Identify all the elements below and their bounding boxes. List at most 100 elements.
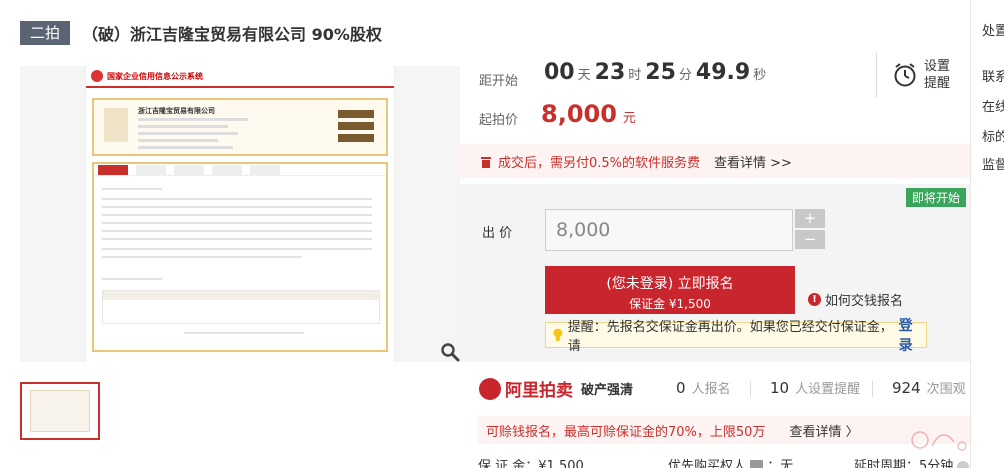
doc-site-title: 国家企业信用信息公示系统 [107,71,203,81]
side-link-contact[interactable]: 联系 [982,66,1004,85]
stat-signups: 0 人报名 [676,378,731,397]
doc-button [338,110,374,118]
stat-number: 924 [892,379,921,397]
priority-value: ：无 [767,459,794,468]
doc-row [102,278,162,280]
set-reminder-button[interactable]: 设置 提醒 [924,58,954,92]
doc-tabs [94,164,386,176]
login-tip: 提醒：先报名交保证金再出价。如果您已经交付保证金，请 登录 [545,318,927,354]
increase-button[interactable]: + [795,209,825,228]
info-icon: ! [808,293,821,306]
countdown-seconds: 49.9 [695,60,751,85]
brand-name: 阿里拍卖 [505,381,573,401]
doc-company-card: 浙江吉隆宝贸易有限公司 [92,98,388,156]
doc-tab [136,165,166,175]
alarm-clock-icon[interactable] [893,62,917,88]
doc-row [102,248,372,250]
doc-header: 国家企业信用信息公示系统 [86,66,394,88]
bid-input[interactable]: 8,000 [545,209,793,251]
doc-row [102,206,372,208]
delay-help-icon[interactable] [957,460,970,468]
reminder-label-line2: 提醒 [924,76,951,91]
stat-divider [750,381,751,397]
credit-signup-notice: 可赊钱报名，最高可赊保证金的70%，上限50万 查看详情 〉 [478,416,970,444]
countdown-label: 距开始 [479,74,519,89]
doc-row [102,188,162,190]
doc-line [138,146,233,149]
doc-company-name: 浙江吉隆宝贸易有限公司 [138,107,215,115]
doc-tab [98,165,128,175]
credit-details-link[interactable]: 查看详情 〉 [789,421,858,440]
stat-label: 人设置提醒 [795,382,861,397]
stat-label: 人报名 [691,382,731,397]
stat-label: 次围观 [926,382,966,397]
countdown-hours: 23 [594,60,626,85]
priority-buyer-info: 优先购买权人 ：无 [668,455,793,468]
decrease-button[interactable]: − [795,230,825,249]
stat-views: 924 次围观 [892,378,966,397]
fee-notice-text: 成交后，需另付0.5%的软件服务费 [498,155,701,171]
fee-details-link[interactable]: 查看详情 >> [714,152,792,171]
doc-button [338,122,374,130]
doc-row [184,332,304,334]
page-title: （破）浙江吉隆宝贸易有限公司 90%股权 [82,25,382,44]
hours-unit: 时 [628,68,642,83]
signup-label: (您未登录) 立即报名 [606,276,734,292]
doc-row [102,222,372,224]
stat-reminders: 10 人设置提醒 [770,378,860,397]
doc-line [138,132,238,135]
stat-number: 0 [676,379,686,397]
brand-logo: 阿里拍卖 破产强清 [479,376,633,401]
doc-button [338,134,374,142]
doc-table [102,290,380,324]
side-link-online[interactable]: 在线 [982,96,1004,115]
alibaba-auction-icon [479,377,501,400]
how-to-pay-link[interactable]: ! 如何交钱报名 [808,290,903,309]
fee-notice: 成交后，需另付0.5%的软件服务费 查看详情 >> [460,144,970,178]
zoom-icon[interactable] [440,342,460,362]
trash-icon [481,156,491,168]
bid-panel: 即将开始 出 价 8,000 + − (您未登录) 立即报名 保证金 ¥1,50… [460,184,970,362]
how-to-pay-label: 如何交钱报名 [825,294,904,309]
thumbnail-1[interactable] [20,382,100,440]
start-price-unit: 元 [622,111,636,126]
priority-help-icon[interactable] [750,460,764,468]
days-unit: 天 [577,68,591,83]
title-row: 二拍 （破）浙江吉隆宝贸易有限公司 90%股权 [20,18,382,48]
priority-label: 优先购买权人 [668,459,747,468]
doc-row [102,198,372,200]
doc-line [138,139,218,142]
side-link-supervision[interactable]: 监督 [982,154,1004,173]
credit-notice-text: 可赊钱报名，最高可赊保证金的70%，上限50万 [486,424,766,440]
tip-text: 提醒：先报名交保证金再出价。如果您已经交付保证金，请 [567,320,893,354]
doc-line [138,125,228,128]
doc-row [102,256,302,258]
right-divider [970,0,971,468]
doc-body [92,162,388,352]
thumbnail-image [30,390,90,432]
side-link-disposal[interactable]: 处置 [982,20,1004,39]
deposit-label: 保证金 ¥1,500 [629,297,711,311]
countdown: 00 天 23 时 25 分 49.9 秒 [544,60,770,85]
reminder-divider [876,52,877,98]
start-price-value: 8,000 [541,100,617,128]
doc-tab [212,165,242,175]
login-link[interactable]: 登录 [899,315,926,355]
side-link-subject[interactable]: 标的 [982,126,1004,145]
doc-line [138,118,248,121]
round-tag: 二拍 [20,21,71,45]
signup-button[interactable]: (您未登录) 立即报名 保证金 ¥1,500 [545,266,795,314]
emblem-icon [91,70,103,82]
countdown-days: 00 [544,60,575,85]
bid-label: 出 价 [482,226,513,241]
doc-row [102,230,372,232]
brand-sub: 破产强清 [581,383,634,398]
lightbulb-icon [553,328,563,341]
seconds-unit: 秒 [753,68,767,83]
deposit-info: 保 证 金：¥1,500 [478,459,584,468]
main-image[interactable]: 国家企业信用信息公示系统 浙江吉隆宝贸易有限公司 [20,66,460,362]
status-badge: 即将开始 [905,188,966,207]
start-price-label: 起拍价 [479,113,519,128]
minutes-unit: 分 [678,68,692,83]
doc-tab [174,165,204,175]
